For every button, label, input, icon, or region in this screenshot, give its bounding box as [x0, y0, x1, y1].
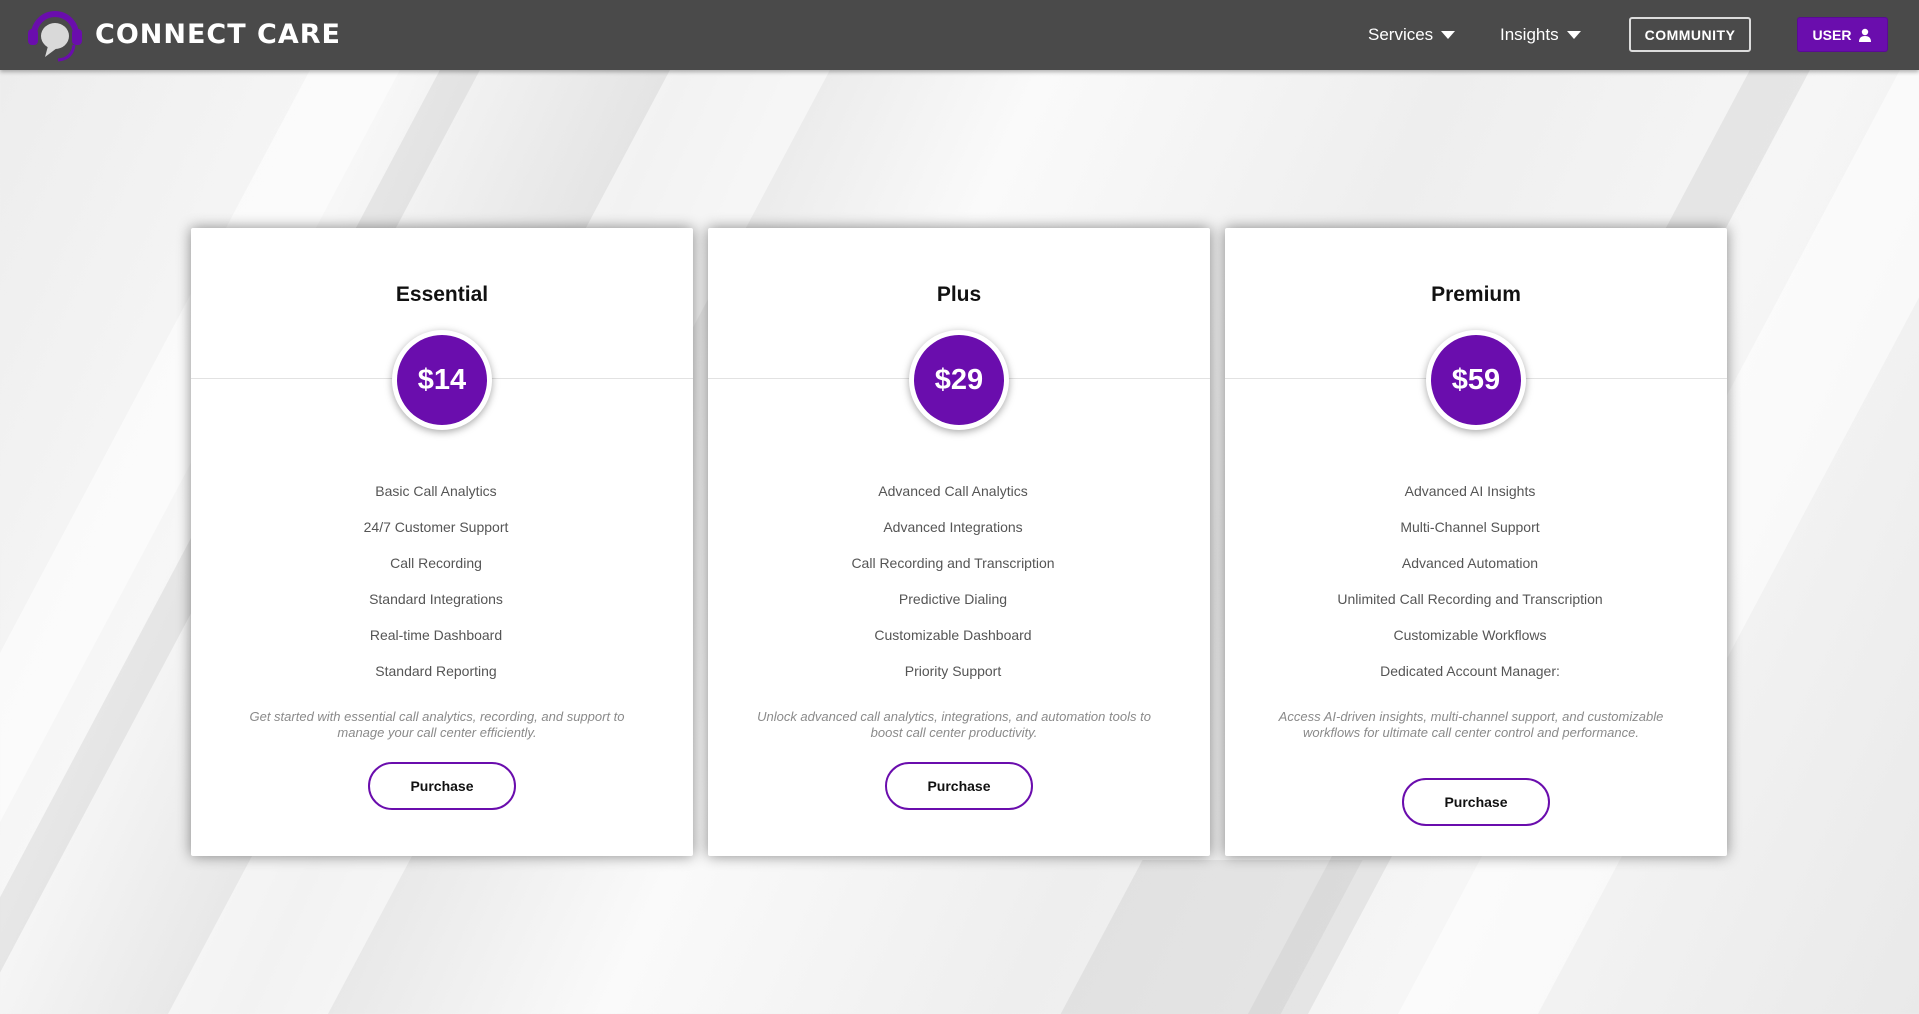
plan-price: $29	[914, 335, 1004, 425]
plan-description: Unlock advanced call analytics, integrat…	[757, 709, 1151, 740]
feature-item: Multi-Channel Support	[1400, 519, 1540, 535]
feature-item: Dedicated Account Manager:	[1380, 663, 1560, 679]
feature-item: Customizable Workflows	[1393, 627, 1547, 643]
chevron-down-icon	[1566, 31, 1581, 39]
feature-list: Advanced Call Analytics Advanced Integra…	[708, 473, 1198, 689]
purchase-button-essential[interactable]: Purchase	[368, 762, 516, 810]
purchase-button-plus[interactable]: Purchase	[885, 762, 1033, 810]
services-menu[interactable]: Services	[1368, 24, 1456, 46]
plan-title: Plus	[936, 283, 982, 306]
pricing-card-premium: Premium $59 Advanced AI Insights Multi-C…	[1225, 228, 1727, 856]
feature-item: Customizable Dashboard	[874, 627, 1032, 643]
feature-item: Priority Support	[904, 663, 1002, 679]
community-label: COMMUNITY	[1644, 26, 1736, 43]
pricing-card-plus: Plus $29 Advanced Call Analytics Advance…	[708, 228, 1210, 856]
plan-price: $59	[1431, 335, 1521, 425]
price-badge: $14	[392, 330, 492, 430]
feature-item: Unlimited Call Recording and Transcripti…	[1337, 591, 1603, 607]
feature-item: Call Recording and Transcription	[851, 555, 1055, 571]
user-button[interactable]: USER	[1797, 17, 1888, 52]
plan-description: Access AI-driven insights, multi-channel…	[1278, 709, 1664, 740]
plan-title: Premium	[1431, 283, 1521, 306]
chevron-down-icon	[1441, 31, 1456, 39]
community-button[interactable]: COMMUNITY	[1629, 17, 1751, 52]
feature-item: Predictive Dialing	[898, 591, 1008, 607]
services-label: Services	[1368, 25, 1434, 44]
insights-menu[interactable]: Insights	[1500, 24, 1581, 46]
feature-item: Standard Integrations	[369, 591, 503, 607]
price-badge: $59	[1426, 330, 1526, 430]
feature-item: 24/7 Customer Support	[363, 519, 509, 535]
user-icon	[1858, 28, 1872, 42]
feature-item: Call Recording	[390, 555, 482, 571]
feature-item: Advanced Automation	[1401, 555, 1539, 571]
feature-item: Advanced Call Analytics	[878, 483, 1028, 499]
price-badge: $29	[909, 330, 1009, 430]
plan-title: Essential	[395, 283, 489, 306]
pricing-card-essential: Essential $14 Basic Call Analytics 24/7 …	[191, 228, 693, 856]
feature-item: Basic Call Analytics	[375, 483, 497, 499]
feature-item: Advanced Integrations	[883, 519, 1023, 535]
brand-name[interactable]: CONNECT CARE	[95, 19, 341, 51]
headset-logo-icon[interactable]	[24, 5, 86, 65]
background-streak	[1057, 860, 1363, 1014]
top-navbar: CONNECT CARE Services Insights COMMUNITY…	[0, 0, 1919, 70]
feature-item: Standard Reporting	[375, 663, 497, 679]
plan-description: Get started with essential call analytic…	[249, 709, 625, 740]
plan-price: $14	[397, 335, 487, 425]
insights-label: Insights	[1500, 25, 1559, 44]
feature-list: Basic Call Analytics 24/7 Customer Suppo…	[191, 473, 681, 689]
purchase-button-premium[interactable]: Purchase	[1402, 778, 1550, 826]
feature-item: Advanced AI Insights	[1404, 483, 1536, 499]
feature-list: Advanced AI Insights Multi-Channel Suppo…	[1225, 473, 1715, 689]
user-label: USER	[1812, 26, 1852, 43]
feature-item: Real-time Dashboard	[369, 627, 503, 643]
